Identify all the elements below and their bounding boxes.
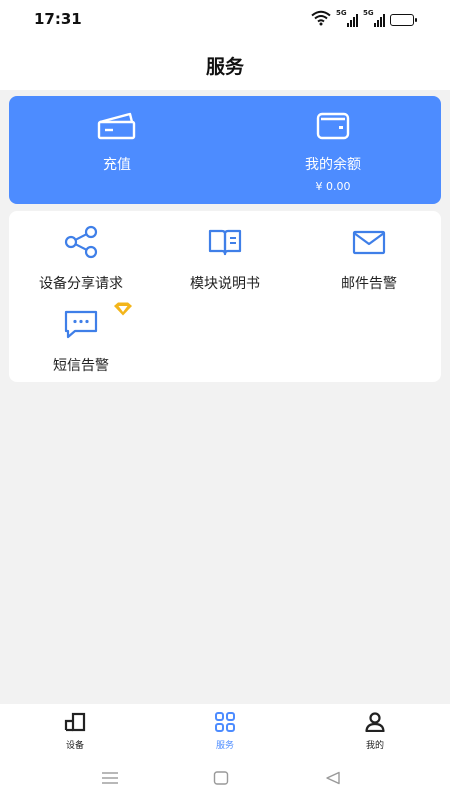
- tab-label: 我的: [365, 740, 384, 751]
- balance-button[interactable]: 我的余额 ¥ 0.00: [225, 96, 441, 204]
- grid-icon: [214, 711, 236, 736]
- mail-icon: [351, 225, 387, 259]
- service-grid: 设备分享请求 模块说明书 邮件告警 短信告警: [9, 211, 441, 382]
- signal-icon: 5G: [336, 9, 358, 29]
- signal-icon: 5G: [363, 9, 385, 29]
- wifi-icon: [311, 10, 331, 30]
- battery-icon: [390, 14, 417, 26]
- tab-label: 服务: [215, 740, 234, 751]
- sms-alert-item[interactable]: 短信告警: [9, 302, 153, 375]
- service-label: 设备分享请求: [39, 276, 123, 292]
- signal-label: 5G: [336, 9, 347, 17]
- page-title: 服务: [205, 55, 244, 78]
- recharge-button[interactable]: 充值: [9, 96, 225, 204]
- wallet-icon: [315, 110, 351, 142]
- tab-label: 设备: [65, 740, 84, 751]
- page-header: 服务: [0, 40, 450, 90]
- sms-icon: [63, 302, 132, 341]
- back-icon[interactable]: [325, 770, 341, 789]
- device-icon: [64, 712, 86, 736]
- status-icons: 5G 5G: [311, 9, 417, 30]
- tab-services[interactable]: 服务: [150, 704, 300, 758]
- recharge-label: 充值: [103, 157, 131, 173]
- email-alert-item[interactable]: 邮件告警: [297, 225, 441, 293]
- module-manual-item[interactable]: 模块说明书: [153, 225, 297, 293]
- balance-amount: ¥ 0.00: [315, 180, 351, 193]
- home-icon[interactable]: [213, 770, 229, 789]
- service-label: 邮件告警: [341, 276, 397, 292]
- tab-profile[interactable]: 我的: [300, 704, 450, 758]
- wallet-card: 充值 我的余额 ¥ 0.00: [9, 96, 441, 204]
- user-icon: [364, 711, 386, 736]
- menu-icon[interactable]: [101, 770, 119, 789]
- device-share-request-item[interactable]: 设备分享请求: [9, 225, 153, 293]
- signal-label: 5G: [363, 9, 374, 17]
- service-label: 模块说明书: [190, 276, 260, 292]
- book-icon: [207, 225, 243, 259]
- system-nav-bar: [0, 758, 450, 800]
- recharge-icon: [97, 110, 137, 142]
- status-bar: 17:31 5G 5G: [0, 0, 450, 40]
- tab-devices[interactable]: 设备: [0, 704, 150, 758]
- status-time: 17:31: [34, 10, 82, 28]
- share-icon: [63, 225, 99, 259]
- service-label: 短信告警: [53, 358, 109, 374]
- vip-diamond-icon: [113, 301, 133, 320]
- bottom-tab-bar: 设备 服务 我的: [0, 704, 450, 758]
- balance-label: 我的余额: [305, 157, 361, 173]
